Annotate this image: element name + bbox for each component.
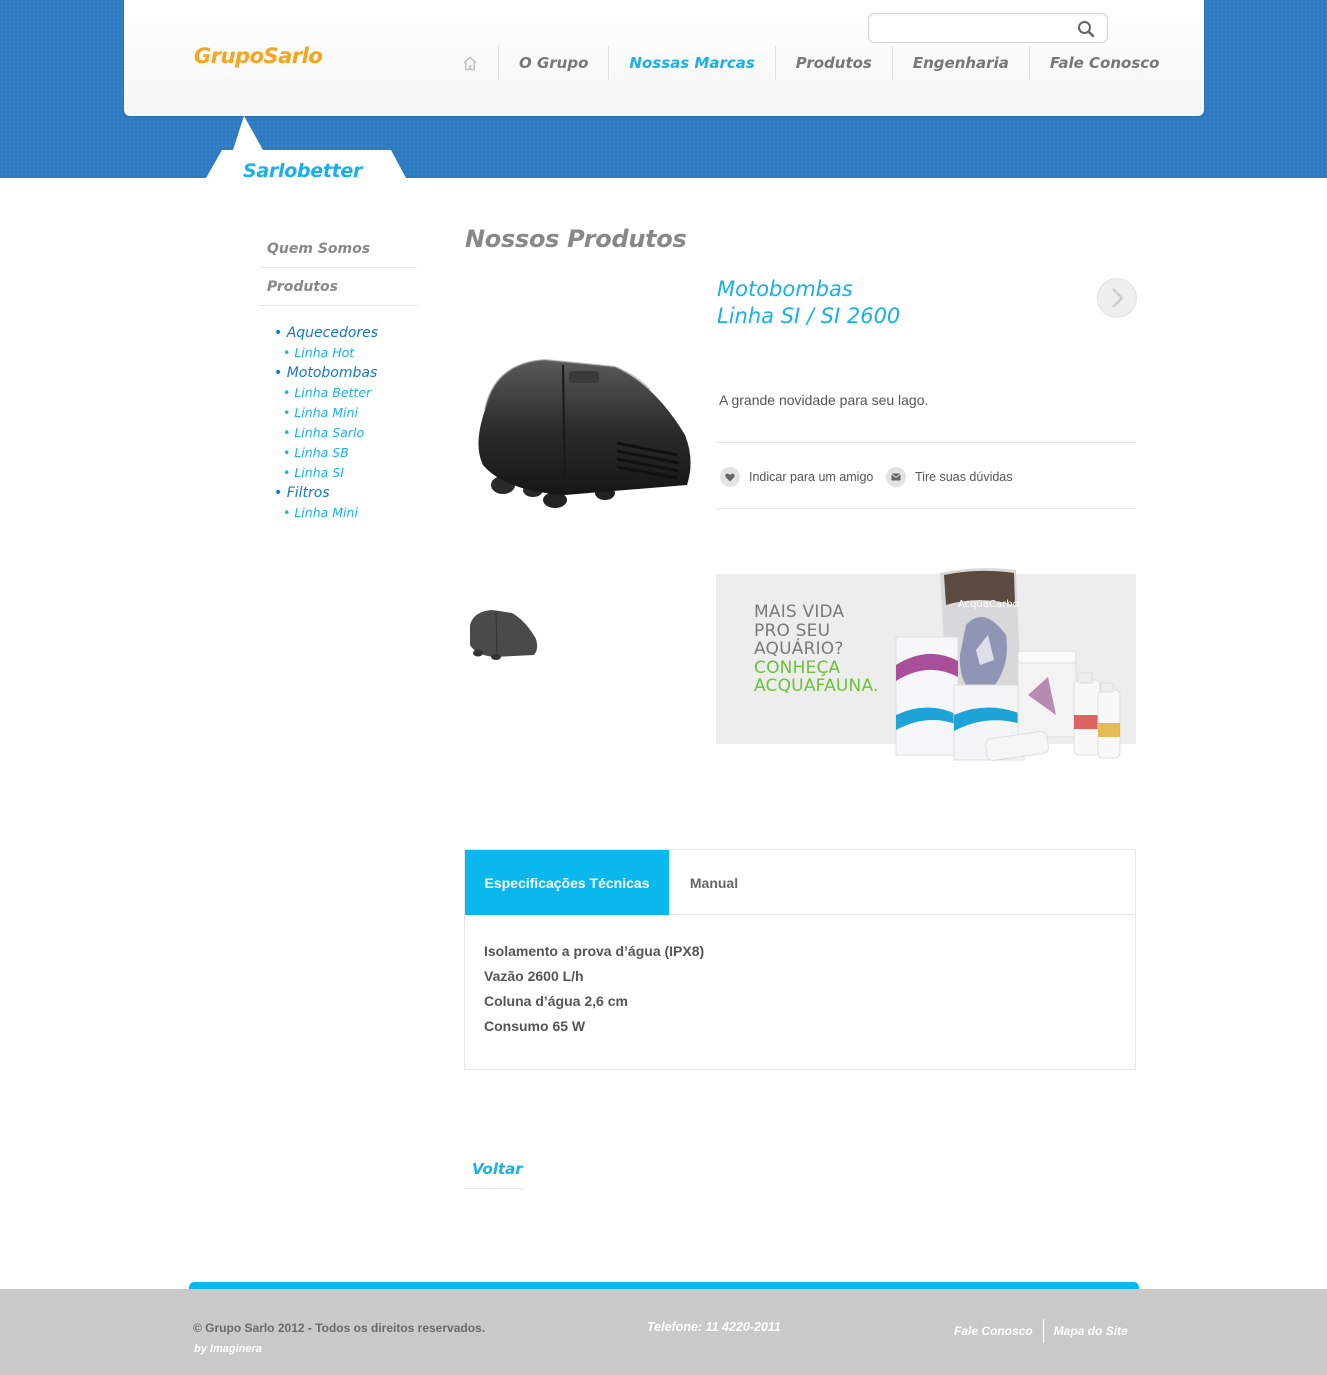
tree-item-linha-hot[interactable]: • Linha Hot	[274, 343, 424, 363]
spec-item: Coluna d’água 2,6 cm	[484, 993, 628, 1009]
product-image[interactable]	[465, 345, 700, 515]
banner-product-label: AcquaCarbo	[958, 599, 1019, 610]
product-category: Motobombas	[717, 277, 853, 301]
product-description: A grande novidade para seu lago.	[719, 392, 929, 408]
page: GrupoSarlo O Grupo Nossas Marcas Produto…	[0, 0, 1327, 1375]
spec-item: Isolamento a prova d’água (IPX8)	[484, 943, 705, 959]
tree-item-linha-mini[interactable]: • Linha Mini	[274, 403, 424, 423]
chevron-right-icon	[1112, 288, 1124, 308]
nav-nossas-marcas[interactable]: Nossas Marcas	[609, 46, 776, 80]
next-product-button[interactable]	[1097, 278, 1137, 318]
back-button[interactable]: Voltar	[464, 1150, 524, 1189]
footer-divider	[1042, 1319, 1044, 1343]
tree-item-linha-sb[interactable]: • Linha SB	[274, 443, 424, 463]
sidebar-item-quem-somos[interactable]: Quem Somos	[259, 230, 417, 268]
tree-cat-motobombas[interactable]: • Motobombas	[274, 363, 424, 383]
header: GrupoSarlo O Grupo Nossas Marcas Produto…	[124, 0, 1204, 116]
tree-cat-aquecedores[interactable]: • Aquecedores	[274, 323, 424, 343]
phone: Telefone: 11 4220-2011	[647, 1320, 781, 1334]
search-input[interactable]	[879, 20, 1069, 38]
sidebar-item-produtos[interactable]: Produtos	[259, 268, 417, 306]
recommend-friend-label: Indicar para um amigo	[749, 470, 874, 484]
credits-link[interactable]: by Imaginera	[194, 1343, 262, 1355]
ask-question-link[interactable]: Tire suas dúvidas	[886, 467, 1013, 487]
footer-link-mapa-do-site[interactable]: Mapa do Site	[1054, 1320, 1128, 1342]
banner-line-green: CONHEÇA	[754, 657, 841, 678]
ask-question-label: Tire suas dúvidas	[915, 470, 1013, 484]
nav-fale-conosco[interactable]: Fale Conosco	[1030, 46, 1160, 80]
mail-icon	[886, 467, 906, 487]
nav-engenharia[interactable]: Engenharia	[893, 46, 1030, 80]
heart-icon	[720, 467, 740, 487]
logo[interactable]: GrupoSarlo	[194, 44, 323, 68]
product-name: Linha SI / SI 2600	[717, 304, 901, 328]
tab-bar: Especificações Técnicas Manual	[465, 850, 1135, 915]
brand-tab-label[interactable]: Sarlobetter	[243, 160, 362, 182]
banner-line: MAIS VIDA	[754, 602, 845, 622]
product-tree: • Aquecedores • Linha Hot • Motobombas •…	[274, 323, 424, 523]
tabs-panel: Especificações Técnicas Manual Isolament…	[464, 849, 1136, 1070]
banner-products-image: AcquaCarbo	[895, 568, 1121, 761]
footer: © Grupo Sarlo 2012 - Todos os direitos r…	[0, 1289, 1327, 1375]
search-icon[interactable]	[1077, 20, 1095, 38]
tree-cat-filtros[interactable]: • Filtros	[274, 483, 424, 503]
nav-home[interactable]	[444, 46, 499, 80]
sidebar: Quem Somos Produtos • Aquecedores • Linh…	[259, 230, 417, 520]
specs-list: Isolamento a prova d’água (IPX8) Vazão 2…	[484, 939, 704, 1039]
acquafauna-banner[interactable]: MAIS VIDA PRO SEU AQUÁRIO? CONHEÇA ACQUA…	[716, 565, 1136, 780]
banner-text: MAIS VIDA PRO SEU AQUÁRIO? CONHEÇA ACQUA…	[754, 603, 879, 696]
tree-item-linha-better[interactable]: • Linha Better	[274, 383, 424, 403]
banner-line-green: ACQUAFAUNA.	[754, 676, 879, 696]
tree-item-linha-sarlo[interactable]: • Linha Sarlo	[274, 423, 424, 443]
search-box	[868, 13, 1108, 43]
banner-line: AQUÁRIO?	[754, 639, 844, 659]
spec-item: Consumo 65 W	[484, 1018, 586, 1034]
footer-links: Fale Conosco Mapa do Site	[954, 1319, 1128, 1343]
footer-link-fale-conosco[interactable]: Fale Conosco	[954, 1320, 1033, 1342]
product-actions: Indicar para um amigo Tire suas dúvidas	[716, 442, 1136, 509]
banner-line: PRO SEU	[754, 620, 831, 641]
spec-item: Vazão 2600 L/h	[484, 968, 584, 984]
home-icon	[463, 55, 477, 70]
tree-item-filtros-linha-mini[interactable]: • Linha Mini	[274, 503, 424, 523]
page-title: Nossos Produtos	[465, 225, 687, 253]
back-label: Voltar	[472, 1160, 523, 1178]
nav-produtos[interactable]: Produtos	[776, 46, 893, 80]
nav-o-grupo[interactable]: O Grupo	[499, 46, 610, 80]
tab-especificacoes[interactable]: Especificações Técnicas	[465, 850, 669, 915]
copyright: © Grupo Sarlo 2012 - Todos os direitos r…	[193, 1321, 486, 1335]
tree-item-linha-si[interactable]: • Linha SI	[274, 463, 424, 483]
tab-manual[interactable]: Manual	[669, 850, 759, 915]
product-thumbnail[interactable]	[464, 605, 540, 661]
main-nav: O Grupo Nossas Marcas Produtos Engenhari…	[444, 46, 1159, 80]
recommend-friend-link[interactable]: Indicar para um amigo	[720, 467, 873, 487]
